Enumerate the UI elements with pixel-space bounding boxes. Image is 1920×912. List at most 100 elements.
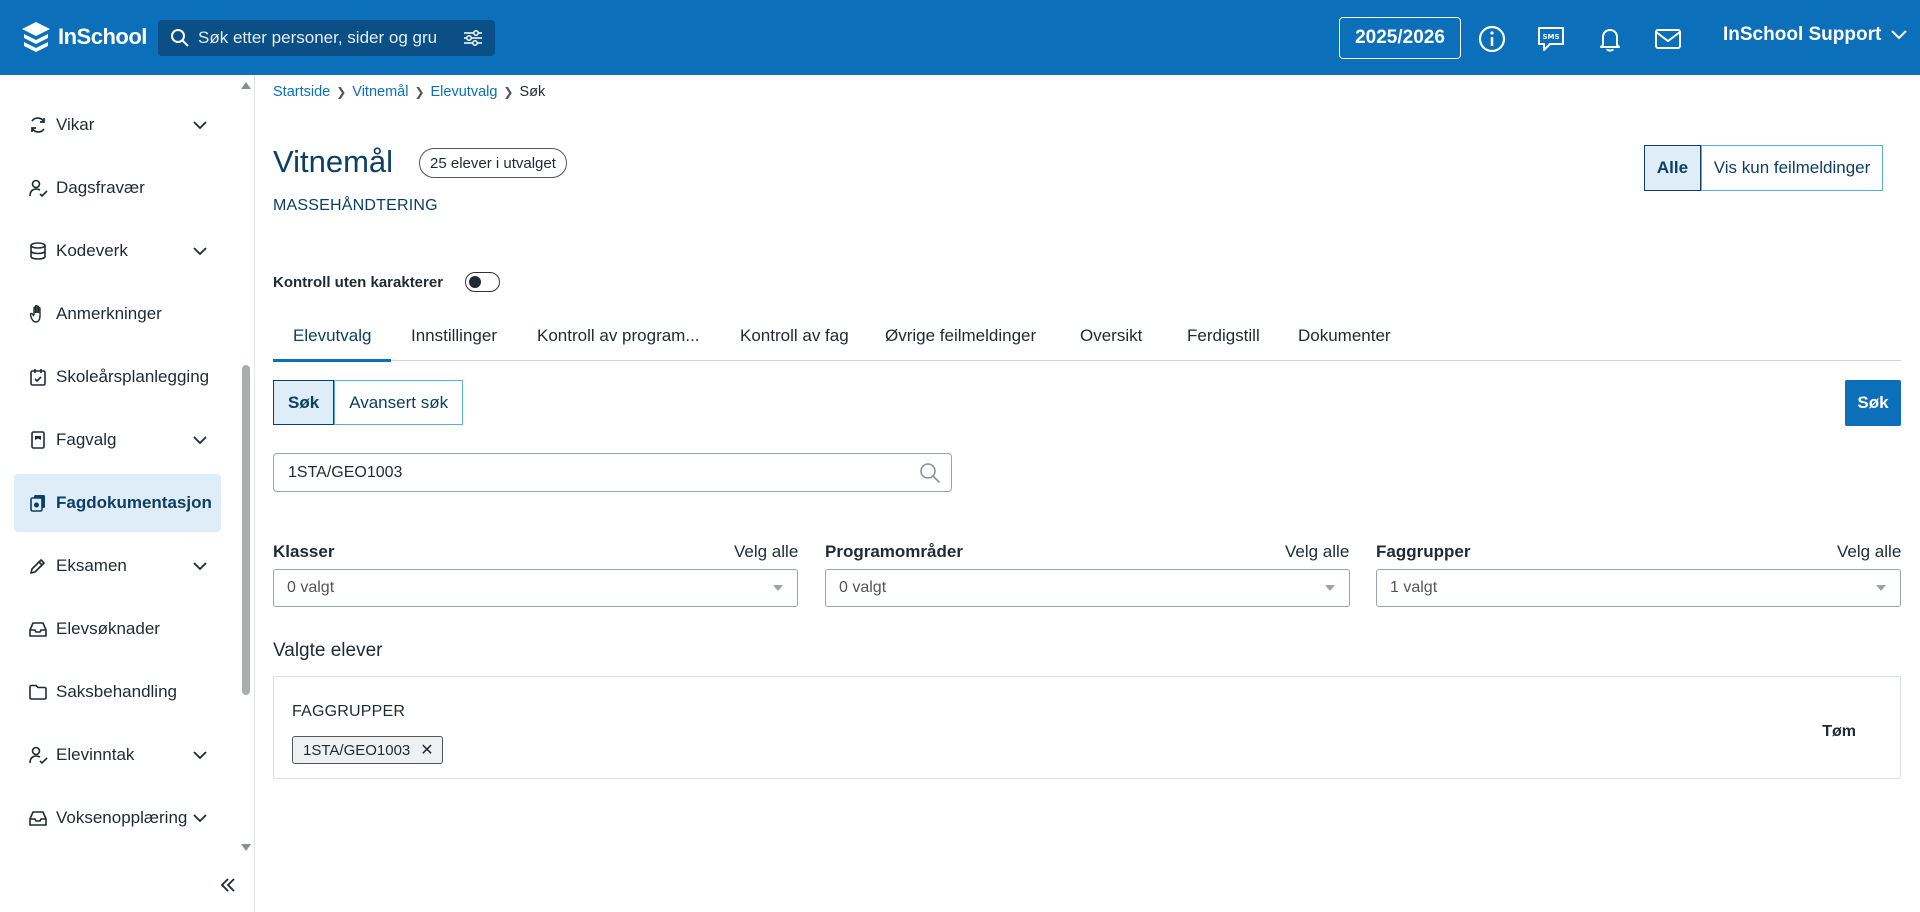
scroll-up-arrow-icon[interactable] [240,80,252,90]
user-menu[interactable]: InSchool Support [1723,24,1908,46]
sidebar-item-elevinntak[interactable]: Elevinntak [14,726,221,784]
sidebar-item-eksamen[interactable]: Eksamen [14,537,221,595]
info-icon[interactable] [1477,24,1507,54]
database-icon [30,242,46,260]
user-check-icon [29,179,48,198]
sidebar-item-voksenopplaering[interactable]: Voksenopplæring [14,789,221,847]
sidebar-item-fagdokumentasjon[interactable]: Fagdokumentasjon [14,474,221,532]
caret-down-icon [1876,585,1886,591]
search-submit-button[interactable]: Søk [1845,380,1901,426]
sidebar-item-saksbehandling[interactable]: Saksbehandling [14,663,221,721]
page-subtitle: MASSEHÅNDTERING [273,197,438,214]
global-search[interactable] [158,20,495,56]
faggrupper-dropdown[interactable]: 1 valgt [1376,569,1901,607]
simple-search-button[interactable]: Søk [273,380,335,425]
calendar-check-icon [30,369,46,386]
top-header: InSchool 2025/2026 SMS InScho [0,0,1920,75]
sidebar-item-fagvalg[interactable]: Fagvalg [14,411,221,469]
tab-kontroll-av-fag[interactable]: Kontroll av fag [740,326,849,346]
chevron-down-icon [193,247,207,256]
user-check-icon [29,746,48,765]
tab-elevutvalg[interactable]: Elevutvalg [293,326,371,346]
sidebar: Vikar Dagsfravær Kodeverk Anmerkninger S… [0,75,255,912]
page-title: Vitnemål [273,144,394,179]
sms-icon[interactable]: SMS [1536,24,1566,54]
selection-count-badge: 25 elever i utvalget [419,148,567,178]
sidebar-item-label: Vikar [56,115,95,134]
sidebar-item-label: Saksbehandling [56,682,177,701]
svg-text:SMS: SMS [1542,33,1559,41]
tab-innstillinger[interactable]: Innstillinger [411,326,497,346]
search-mode-toggle: Søk Avansert søk [273,380,464,425]
select-all-klasser[interactable]: Velg alle [734,542,798,562]
chevron-down-icon [193,814,207,823]
breadcrumb-link-vitnemal[interactable]: Vitnemål [352,84,408,100]
select-all-faggrupper[interactable]: Velg alle [1837,542,1901,562]
folder-icon [29,684,47,700]
tab-dokumenter[interactable]: Dokumenter [1298,326,1391,346]
sidebar-item-skolearsplanlegging[interactable]: Skoleårsplanlegging [14,348,221,406]
klasser-dropdown[interactable]: 0 valgt [273,569,798,607]
inbox-icon [29,622,47,637]
global-search-input[interactable] [198,28,438,48]
tab-ovrige-feilmeldinger[interactable]: Øvrige feilmeldinger [885,326,1036,346]
sidebar-item-kodeverk[interactable]: Kodeverk [14,222,221,280]
chevron-right-icon: ❯ [503,85,514,99]
tab-kontroll-av-program[interactable]: Kontroll av program... [537,326,700,346]
inbox-icon [29,811,47,826]
logo-text: InSchool [58,24,147,49]
search-icon[interactable] [919,462,941,484]
filter-label-programomrader: Programområder [825,542,963,561]
search-icon [171,29,189,47]
chevron-down-icon [193,121,207,130]
query-input[interactable] [288,463,888,482]
breadcrumb-current: Søk [519,84,546,100]
scroll-down-arrow-icon[interactable] [240,843,252,853]
programomrader-dropdown[interactable]: 0 valgt [825,569,1350,607]
sidebar-item-vikar[interactable]: Vikar [14,96,221,154]
selected-group-label: FAGGRUPPER [292,703,406,720]
school-year-button[interactable]: 2025/2026 [1339,17,1461,59]
show-all-button[interactable]: Alle [1644,145,1701,191]
sidebar-scrollbar-thumb[interactable] [242,365,250,695]
filter-label-faggrupper: Faggrupper [1376,542,1471,561]
tab-ferdigstill[interactable]: Ferdigstill [1187,326,1260,346]
breadcrumb: Startside ❯ Vitnemål ❯ Elevutvalg ❯ Søk [273,84,545,100]
dropdown-value: 1 valgt [1390,579,1438,596]
dropdown-value: 0 valgt [287,579,335,596]
app-logo[interactable]: InSchool [20,20,147,54]
sidebar-item-label: Voksenopplæring [56,808,188,827]
breadcrumb-link-startside[interactable]: Startside [273,84,330,100]
view-filter-toggle: Alle Vis kun feilmeldinger [1644,145,1883,191]
sidebar-item-dagsfravaer[interactable]: Dagsfravær [14,159,221,217]
collapse-sidebar-icon[interactable] [218,875,238,895]
sidebar-item-label: Fagdokumentasjon [56,493,212,512]
clear-selection-button[interactable]: Tøm [1822,723,1856,741]
tab-oversikt[interactable]: Oversikt [1080,326,1142,346]
tab-bar: Elevutvalg Innstillinger Kontroll av pro… [273,318,1901,362]
caret-down-icon [1325,585,1335,591]
sidebar-item-elevsoknader[interactable]: Elevsøknader [14,600,221,658]
hand-icon [29,305,41,323]
close-icon[interactable]: ✕ [420,740,433,760]
refresh-icon [31,117,45,133]
chevron-down-icon [1891,30,1908,40]
query-field[interactable] [273,453,952,492]
advanced-search-button[interactable]: Avansert søk [334,380,464,425]
mail-icon[interactable] [1653,24,1683,54]
dropdown-value: 0 valgt [839,579,887,596]
breadcrumb-link-elevutvalg[interactable]: Elevutvalg [431,84,498,100]
selected-chip: 1STA/GEO1003 ✕ [292,736,443,764]
chevron-down-icon [193,436,207,445]
sidebar-item-anmerkninger[interactable]: Anmerkninger [14,285,221,343]
search-filter-icon[interactable] [463,29,483,47]
documents-icon [30,495,45,512]
selected-students-panel: FAGGRUPPER 1STA/GEO1003 ✕ Tøm [273,676,1901,779]
sidebar-item-label: Dagsfravær [56,178,145,197]
select-all-programomrader[interactable]: Velg alle [1285,542,1349,562]
control-without-grades-label: Kontroll uten karakterer [273,274,444,291]
show-errors-only-button[interactable]: Vis kun feilmeldinger [1701,145,1883,191]
control-without-grades-toggle[interactable] [465,272,500,292]
caret-down-icon [773,585,783,591]
bell-icon[interactable] [1595,24,1625,54]
